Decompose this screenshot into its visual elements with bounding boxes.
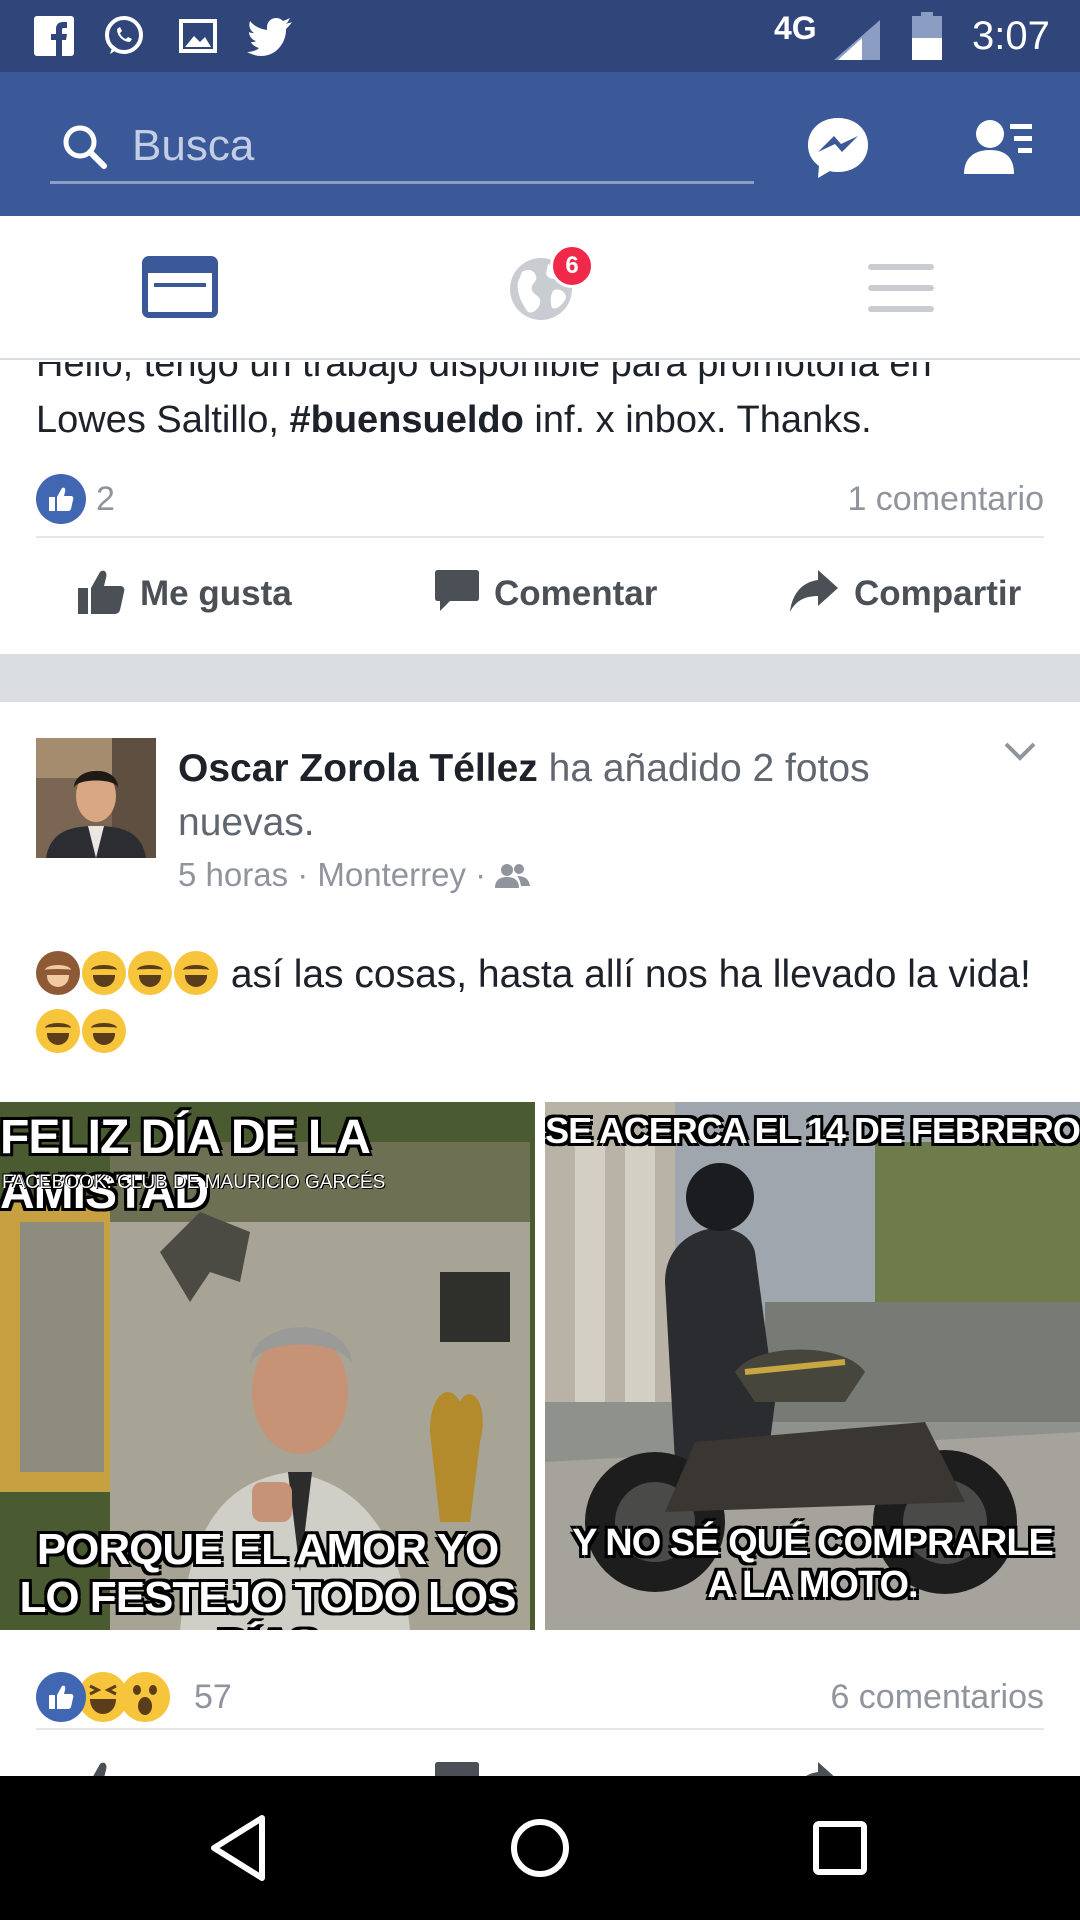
post-photo[interactable]: FELIZ DÍA DE LA AMISTAD FACEBOOK: CLUB D… [0, 1102, 535, 1630]
gallery-icon [179, 19, 217, 53]
post-photo[interactable]: SE ACERCA EL 14 DE FEBRERO Y NO SÉ QUÉ C… [545, 1102, 1080, 1630]
like-icon [36, 1672, 86, 1722]
tab-bar [0, 216, 1080, 360]
avatar-photo [36, 738, 156, 858]
meme-credit: FACEBOOK: CLUB DE MAURICIO GARCÉS [2, 1172, 386, 1193]
post-separator [0, 654, 1080, 702]
comment-button[interactable] [432, 1738, 672, 1776]
reaction-count: 57 [194, 1678, 232, 1716]
tears-of-joy-emoji [128, 951, 172, 995]
comment-icon [435, 1762, 479, 1776]
network-type-label: 4G [774, 10, 817, 46]
thumbs-up-icon [93, 1762, 107, 1776]
news-feed[interactable]: Hello, tengo un trabajo disponible para … [0, 362, 1080, 1776]
share-label: Compartir [854, 574, 1022, 613]
meta-separator-dot: · [475, 856, 496, 893]
comment-icon [435, 570, 479, 611]
app-bar [0, 72, 1080, 216]
notification-badge: 6 [550, 244, 594, 288]
tab-notifications[interactable] [360, 216, 720, 360]
thumbs-up-icon [78, 570, 125, 614]
comment-count-link[interactable]: 6 comentarios [830, 1678, 1044, 1717]
post-header: Oscar Zorola Téllez ha añadido 2 fotos n… [178, 742, 1008, 850]
meme-caption-top: SE ACERCA EL 14 DE FEBRERO [545, 1110, 1080, 1151]
tab-news-feed[interactable] [0, 216, 360, 360]
tears-of-joy-emoji [82, 1009, 126, 1053]
hashtag-link[interactable]: #buensueldo [289, 399, 523, 441]
meme-caption-bottom: PORQUE EL AMOR YO LO FESTEJO TODO LOS DÍ… [0, 1525, 535, 1631]
status-bar: 4G 3:07 [0, 0, 1080, 72]
like-label: Me gusta [140, 574, 292, 613]
author-avatar[interactable] [36, 738, 156, 858]
friend-requests-icon[interactable] [960, 110, 1036, 186]
messenger-icon[interactable] [800, 110, 876, 186]
meme-caption-line: A LA MOTO. [707, 1564, 918, 1606]
post-actions [0, 1738, 1080, 1776]
menu-icon [868, 264, 934, 312]
battery-icon [912, 12, 942, 60]
meme-caption-bottom: Y NO SÉ QUÉ COMPRARLE A LA MOTO. [545, 1522, 1080, 1606]
meme-caption-top: FELIZ DÍA DE LA AMISTAD [0, 1111, 369, 1219]
timestamp-link[interactable]: 5 horas [178, 856, 288, 893]
author-name-link[interactable]: Oscar Zorola Téllez [178, 747, 538, 790]
friends-icon [495, 864, 531, 888]
divider [36, 1728, 1044, 1730]
tears-of-joy-emoji [174, 951, 218, 995]
post-text: así las cosas, hasta allí nos ha llevado… [36, 946, 1046, 1062]
reaction-summary[interactable]: 57 6 comentarios [36, 1668, 1044, 1728]
system-nav-bar [0, 1776, 1080, 1920]
chevron-down-icon[interactable] [1000, 732, 1040, 772]
thumbs-up-icon [49, 1685, 74, 1709]
comment-button[interactable]: Comentar [432, 546, 672, 642]
reaction-summary[interactable]: 2 1 comentario [36, 470, 1044, 530]
post-text-segment: así las cosas, hasta allí nos ha llevado… [220, 953, 1031, 996]
signal-icon [834, 20, 880, 60]
twitter-icon [247, 18, 292, 56]
clock-label: 3:07 [972, 14, 1050, 58]
back-icon[interactable] [200, 1808, 280, 1888]
recents-icon[interactable] [800, 1808, 880, 1888]
tears-of-joy-emoji [82, 951, 126, 995]
post-actions: Me gusta Comentar Compartir [0, 546, 1080, 642]
thumbs-up-icon [49, 487, 74, 511]
see-no-evil-monkey-emoji [36, 951, 80, 995]
meme-caption-line: PORQUE EL AMOR YO [36, 1525, 499, 1574]
post-meta: 5 horas · Monterrey · [178, 856, 531, 894]
comment-label: Comentar [494, 574, 658, 613]
like-button[interactable] [72, 1738, 332, 1776]
search-input[interactable] [132, 116, 732, 176]
tears-of-joy-emoji [36, 1009, 80, 1053]
tab-menu[interactable] [720, 216, 1080, 360]
home-icon[interactable] [500, 1808, 580, 1888]
share-button[interactable] [786, 1738, 1046, 1776]
share-icon [790, 570, 838, 612]
meme-caption-line: LO FESTEJO TODO LOS DÍAS [19, 1573, 516, 1631]
search-icon [63, 125, 107, 169]
share-icon [806, 1762, 834, 1776]
divider [36, 536, 1044, 538]
share-button[interactable]: Compartir [786, 546, 1046, 642]
news-feed-icon [142, 256, 218, 318]
meme-caption-line: Y NO SÉ QUÉ COMPRARLE [572, 1522, 1054, 1564]
meta-separator-dot: · [297, 856, 318, 893]
comment-count-link[interactable]: 1 comentario [847, 480, 1044, 519]
post-text: Hello, tengo un trabajo disponible para … [36, 362, 1046, 448]
like-reaction-icon [36, 474, 86, 524]
reaction-count: 2 [96, 480, 115, 518]
post-text-segment: inf. x inbox. Thanks. [523, 399, 872, 441]
search-bar[interactable] [50, 112, 754, 184]
location-link[interactable]: Monterrey [317, 856, 466, 893]
facebook-icon [34, 16, 74, 56]
like-button[interactable]: Me gusta [72, 546, 332, 642]
whatsapp-icon [105, 16, 143, 54]
